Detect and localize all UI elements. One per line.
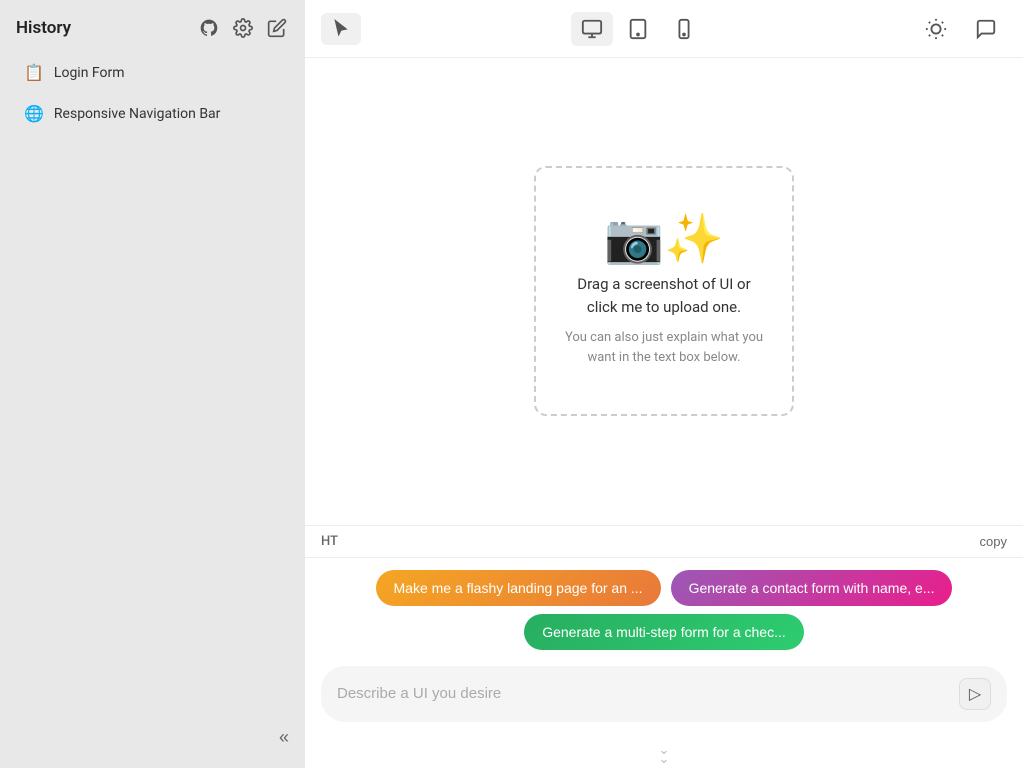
- text-input-wrapper: ▷: [321, 666, 1007, 722]
- sidebar-icons: [197, 16, 289, 40]
- suggestion-chip-3[interactable]: Generate a multi-step form for a chec...: [524, 614, 804, 650]
- sidebar-item-login-form[interactable]: 📋 Login Form: [8, 54, 297, 91]
- chevron-down-icon-2: ⌄: [659, 755, 670, 764]
- settings-icon-button[interactable]: [231, 16, 255, 40]
- sidebar-header: History: [0, 0, 305, 52]
- html-label: HT: [321, 534, 338, 549]
- tablet-icon: [627, 18, 649, 40]
- suggestion-chip-1[interactable]: Make me a flashy landing page for an ...: [376, 570, 661, 606]
- send-button[interactable]: ▷: [959, 678, 991, 710]
- sidebar-item-responsive-nav[interactable]: 🌐 Responsive Navigation Bar: [8, 95, 297, 132]
- upload-title: Drag a screenshot of UI orclick me to up…: [577, 273, 750, 318]
- github-icon-button[interactable]: [197, 16, 221, 40]
- suggestions-area: Make me a flashy landing page for an ...…: [305, 558, 1023, 658]
- toolbar: [305, 0, 1023, 58]
- desktop-view-button[interactable]: [571, 12, 613, 46]
- upload-subtitle: You can also just explain what youwant i…: [565, 328, 763, 367]
- bottom-area: HT copy Make me a flashy landing page fo…: [305, 525, 1023, 768]
- desktop-icon: [581, 18, 603, 40]
- mobile-icon: [673, 18, 695, 40]
- describe-input[interactable]: [337, 685, 949, 702]
- cursor-icon: [331, 19, 351, 39]
- sun-icon: [925, 18, 947, 40]
- github-icon: [199, 18, 219, 38]
- theme-toggle-button[interactable]: [915, 12, 957, 46]
- suggestions-row1: Make me a flashy landing page for an ...…: [321, 570, 1007, 606]
- toolbar-center: [571, 12, 705, 46]
- toolbar-right: [915, 12, 1007, 46]
- comment-button[interactable]: [965, 12, 1007, 46]
- responsive-nav-icon: 🌐: [24, 104, 44, 123]
- cursor-tool-button[interactable]: [321, 13, 361, 45]
- login-form-icon: 📋: [24, 63, 44, 82]
- sidebar-item-login-form-label: Login Form: [54, 65, 125, 81]
- sidebar-item-responsive-nav-label: Responsive Navigation Bar: [54, 106, 221, 122]
- preview-area[interactable]: 📷✨ Drag a screenshot of UI orclick me to…: [305, 58, 1023, 525]
- sidebar-title: History: [16, 18, 71, 38]
- bottom-chevron: ⌄ ⌄: [305, 738, 1023, 768]
- edit-icon-button[interactable]: [265, 16, 289, 40]
- upload-box[interactable]: 📷✨ Drag a screenshot of UI orclick me to…: [534, 166, 794, 416]
- main-panel: 📷✨ Drag a screenshot of UI orclick me to…: [305, 0, 1023, 768]
- html-bar: HT copy: [305, 526, 1023, 558]
- camera-emoji: 📷✨: [604, 215, 724, 263]
- copy-button[interactable]: copy: [980, 534, 1007, 549]
- mobile-view-button[interactable]: [663, 12, 705, 46]
- gear-icon: [233, 18, 253, 38]
- input-area: ▷: [305, 658, 1023, 738]
- edit-icon: [267, 18, 287, 38]
- sidebar-collapse-button[interactable]: «: [279, 727, 289, 748]
- comment-icon: [975, 18, 997, 40]
- toolbar-left: [321, 13, 361, 45]
- send-icon: ▷: [969, 684, 981, 704]
- sidebar: History 📋 Logi: [0, 0, 305, 768]
- collapse-icon: «: [279, 727, 289, 748]
- tablet-view-button[interactable]: [617, 12, 659, 46]
- suggestion-chip-2[interactable]: Generate a contact form with name, e...: [671, 570, 953, 606]
